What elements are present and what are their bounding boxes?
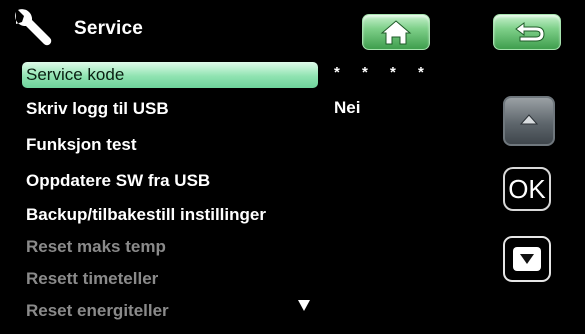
arrow-up-icon	[519, 114, 539, 125]
menu-item-reset-energiteller: Reset energiteller	[22, 298, 169, 324]
arrow-down-icon	[513, 247, 541, 271]
menu-item-label: Skriv logg til USB	[26, 99, 169, 118]
menu-item-label: Resett timeteller	[26, 269, 159, 288]
home-icon	[380, 20, 412, 45]
menu-item-label: Service kode	[26, 65, 125, 84]
usb-log-value: Nei	[334, 98, 361, 117]
menu-item-label: Funksjon test	[26, 135, 137, 154]
service-screen: Service Service kode Skriv logg til USB …	[0, 0, 585, 334]
menu-item-backup[interactable]: Backup/tilbakestill instillinger	[22, 202, 266, 228]
menu-item-label: Reset maks temp	[26, 237, 166, 256]
back-button[interactable]	[493, 14, 561, 50]
triangle-down-icon	[298, 300, 310, 311]
menu-item-label: Oppdatere SW fra USB	[26, 171, 211, 190]
menu-item-oppdatere-sw[interactable]: Oppdatere SW fra USB	[22, 168, 210, 194]
scroll-down-button[interactable]	[503, 236, 551, 282]
wrench-icon	[10, 6, 58, 50]
menu-item-resett-timeteller: Resett timeteller	[22, 266, 158, 292]
menu-item-skriv-logg[interactable]: Skriv logg til USB	[22, 96, 169, 122]
menu-item-reset-maks-temp: Reset maks temp	[22, 234, 166, 260]
ok-button[interactable]: OK	[503, 167, 551, 211]
service-code-value: * * * *	[334, 64, 433, 81]
menu-item-service-kode[interactable]: Service kode	[22, 62, 318, 88]
scroll-up-button[interactable]	[503, 96, 555, 146]
menu-item-label: Backup/tilbakestill instillinger	[26, 205, 266, 224]
menu-item-funksjon-test[interactable]: Funksjon test	[22, 132, 137, 158]
home-button[interactable]	[362, 14, 430, 50]
return-arrow-icon	[515, 22, 545, 42]
page-title: Service	[74, 18, 144, 39]
menu-item-label: Reset energiteller	[26, 301, 169, 320]
